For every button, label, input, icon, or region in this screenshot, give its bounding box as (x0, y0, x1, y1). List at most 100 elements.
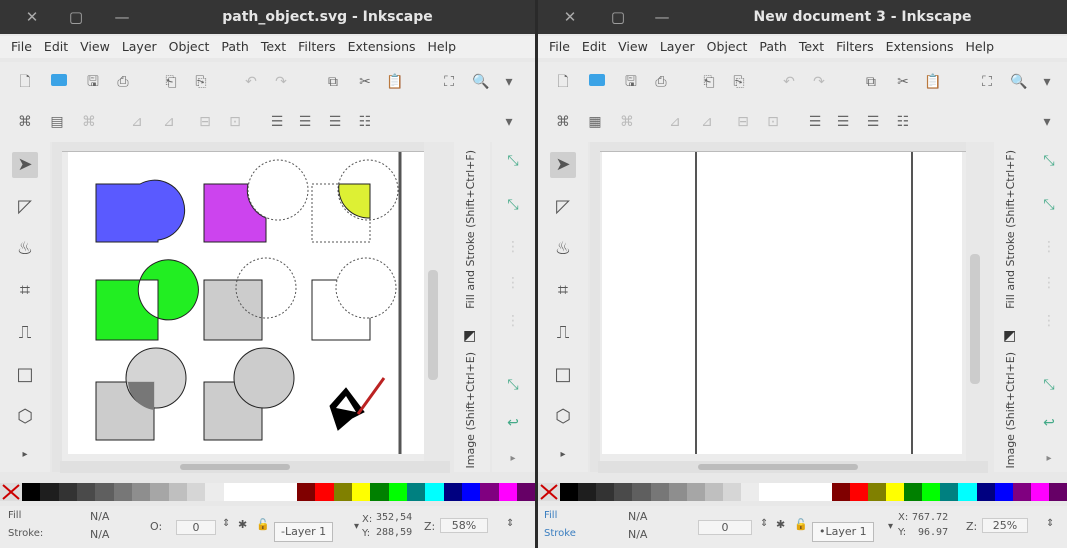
flip-icon[interactable]: ⊟ (196, 113, 214, 131)
undo-icon[interactable]: ↶ (242, 73, 260, 91)
image-dock-tab[interactable]: Image (Shift+Ctrl+E) (464, 352, 477, 469)
color-swatch[interactable] (596, 483, 615, 501)
cut-icon[interactable]: ✂ (894, 73, 912, 91)
align-center-icon[interactable]: ☰ (296, 113, 314, 131)
menu-text[interactable]: Text (256, 36, 293, 58)
print-icon[interactable]: ⎙ (652, 73, 670, 91)
horizontal-scrollbar[interactable] (598, 461, 988, 473)
scrollbar-thumb[interactable] (180, 464, 290, 470)
layer-visibility-icon[interactable]: ✱ (238, 518, 247, 531)
chevron-down-icon[interactable]: ▾ (500, 73, 518, 91)
ungroup-icon[interactable]: ⌘ (618, 113, 636, 131)
fill-value[interactable]: N/A (90, 510, 109, 523)
color-swatch[interactable] (831, 483, 850, 501)
color-swatch[interactable] (278, 483, 297, 501)
export-icon[interactable]: ⎘ (730, 73, 748, 91)
color-swatch[interactable] (296, 483, 316, 501)
color-swatch[interactable] (260, 483, 279, 501)
color-swatch[interactable] (958, 483, 977, 501)
more-tools-icon[interactable]: ▸ (550, 442, 576, 468)
color-swatch[interactable] (95, 483, 114, 501)
color-swatch[interactable] (994, 483, 1013, 501)
color-swatch[interactable] (976, 483, 995, 501)
copy-icon[interactable]: ⧉ (324, 73, 342, 91)
group-icon[interactable]: ▦ (586, 113, 604, 131)
scrollbar-thumb[interactable] (698, 464, 858, 470)
color-swatch[interactable] (759, 483, 778, 501)
fill-value[interactable]: N/A (628, 510, 647, 523)
layer-selector[interactable]: •Layer 1 (812, 522, 874, 542)
color-swatch[interactable] (425, 483, 444, 501)
more-tools-icon[interactable]: ▸ (12, 442, 38, 468)
stroke-value[interactable]: N/A (90, 528, 109, 541)
menu-help[interactable]: Help (423, 36, 464, 58)
export-icon[interactable]: ⎘ (192, 73, 210, 91)
opacity-input[interactable]: 0 (176, 520, 216, 535)
color-swatch[interactable] (113, 483, 132, 501)
color-swatch[interactable] (516, 483, 535, 501)
gray-circle-2[interactable] (233, 347, 295, 409)
no-paint-swatch[interactable] (0, 483, 22, 501)
color-swatch[interactable] (813, 483, 832, 501)
color-swatch[interactable] (668, 483, 687, 501)
zoom-fit-icon[interactable]: ⛶ (978, 73, 996, 91)
color-swatch[interactable] (650, 483, 669, 501)
opacity-stepper[interactable]: ⇕ (760, 518, 768, 529)
node-tool-icon[interactable]: ◸ (550, 194, 576, 220)
more-snap-icon[interactable]: ▸ (1038, 448, 1060, 470)
zoom-tool-icon[interactable]: ⌗ (550, 278, 576, 304)
snap-edge-icon[interactable]: ⋮ (1038, 236, 1060, 258)
snap-nodes-icon[interactable]: ⤡ (502, 374, 524, 396)
color-swatch[interactable] (614, 483, 633, 501)
color-swatch[interactable] (168, 483, 187, 501)
color-swatch[interactable] (498, 483, 517, 501)
measure-tool-icon[interactable]: ⎍ (550, 320, 576, 346)
color-swatch[interactable] (315, 483, 334, 501)
layer-lock-icon[interactable]: 🔓 (794, 518, 808, 531)
undo-icon[interactable]: ↶ (780, 73, 798, 91)
color-swatch[interactable] (686, 483, 705, 501)
color-swatch[interactable] (351, 483, 371, 501)
vertical-scrollbar[interactable] (970, 254, 980, 384)
distribute-icon[interactable]: ☷ (894, 113, 912, 131)
zoom-input[interactable]: 25% (982, 518, 1028, 533)
menu-layer[interactable]: Layer (655, 36, 702, 58)
chevron-down-icon[interactable]: ▾ (1038, 73, 1056, 91)
color-swatch[interactable] (223, 483, 242, 501)
layer-dropdown-icon[interactable]: ▾ (354, 521, 359, 532)
snap-midpoint-icon[interactable]: ⋮ (502, 310, 524, 332)
canvas-area[interactable] (52, 142, 424, 472)
fill-stroke-dock-tab[interactable]: Fill and Stroke (Shift+Ctrl+F) (464, 150, 477, 309)
save-icon[interactable]: 🖫 (84, 73, 102, 91)
raise-icon[interactable]: ⊿ (666, 113, 684, 131)
tweak-tool-icon[interactable]: ♨ (12, 236, 38, 262)
cut-path-circle[interactable] (335, 257, 397, 319)
color-swatch[interactable] (777, 483, 796, 501)
menu-path[interactable]: Path (216, 36, 255, 58)
color-swatch[interactable] (333, 483, 352, 501)
snap-toggle-icon[interactable]: ⤡ (502, 150, 524, 172)
vertical-ruler[interactable] (52, 142, 62, 472)
color-swatch[interactable] (186, 483, 206, 501)
align-right-icon[interactable]: ☰ (864, 113, 882, 131)
menu-file[interactable]: File (544, 36, 577, 58)
color-swatch[interactable] (370, 483, 389, 501)
lower-icon[interactable]: ⊿ (698, 113, 716, 131)
color-swatch[interactable] (795, 483, 814, 501)
snap-path-icon[interactable]: ↩ (1038, 412, 1060, 434)
fill-stroke-dock-tab[interactable]: Fill and Stroke (Shift+Ctrl+F) (1004, 150, 1017, 309)
color-swatch[interactable] (241, 483, 261, 501)
layer-visibility-icon[interactable]: ✱ (776, 518, 785, 531)
color-swatch[interactable] (406, 483, 426, 501)
color-swatch[interactable] (205, 483, 224, 501)
drawing-svg[interactable] (602, 152, 962, 454)
tweak-tool-icon[interactable]: ♨ (550, 236, 576, 262)
menu-object[interactable]: Object (702, 36, 755, 58)
selector-tool-icon[interactable]: ➤ (12, 152, 38, 178)
color-swatch[interactable] (1030, 483, 1049, 501)
menu-extensions[interactable]: Extensions (343, 36, 423, 58)
color-swatch[interactable] (885, 483, 905, 501)
3d-box-tool-icon[interactable]: ⬡ (12, 404, 38, 430)
rectangle-tool-icon[interactable]: □ (550, 362, 576, 388)
import-icon[interactable]: ⎗ (162, 73, 180, 91)
